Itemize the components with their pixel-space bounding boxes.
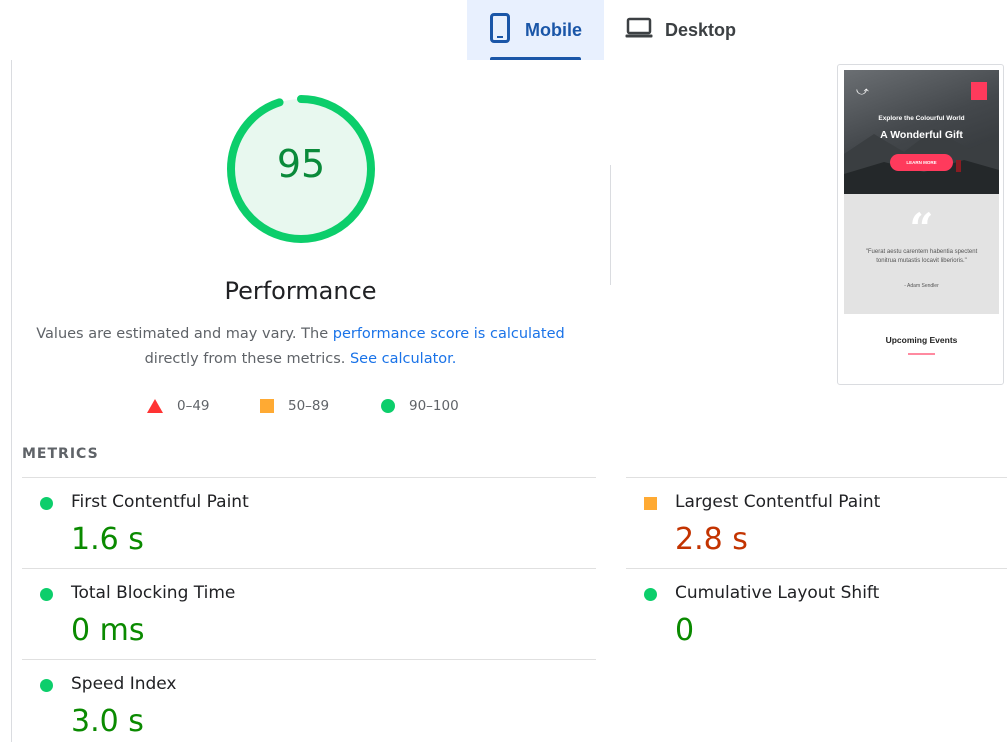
circle-icon <box>644 588 657 601</box>
see-calculator-link[interactable]: See calculator. <box>350 351 456 367</box>
quote-icon: “ <box>909 204 934 253</box>
metric-value: 0 <box>675 613 695 648</box>
logo-icon: ⤻ <box>856 84 869 98</box>
performance-score: 95 <box>276 142 326 186</box>
menu-icon <box>971 82 987 100</box>
metric-first-contentful-paint: First Contentful Paint 1.6 s <box>22 477 596 568</box>
metric-name: Total Blocking Time <box>71 583 236 603</box>
metric-name: First Contentful Paint <box>71 492 249 512</box>
tab-desktop[interactable]: Desktop <box>604 0 764 60</box>
metric-name: Cumulative Layout Shift <box>675 583 880 603</box>
metric-value: 0 ms <box>71 613 145 648</box>
tab-mobile[interactable]: Mobile <box>467 0 604 60</box>
circle-icon <box>40 497 53 510</box>
metric-value: 2.8 s <box>675 522 748 557</box>
triangle-icon <box>147 399 163 413</box>
square-icon <box>260 399 274 413</box>
legend-label: 90–100 <box>409 398 459 414</box>
metric-value: 1.6 s <box>71 522 144 557</box>
content-border <box>11 60 12 742</box>
section-divider <box>610 165 611 285</box>
legend-average: 50–89 <box>260 398 329 414</box>
events-title: Upcoming Events <box>885 335 958 345</box>
legend-pass: 90–100 <box>381 398 459 414</box>
legend-label: 50–89 <box>288 398 330 414</box>
screenshot-events-section: Upcoming Events <box>844 314 999 380</box>
legend-label: 0–49 <box>177 398 210 414</box>
events-underline <box>908 353 935 355</box>
screenshot-quote-section: “ "Fuerat aestu carentem habentia specte… <box>844 194 999 314</box>
performance-title: Performance <box>224 277 377 305</box>
description-text: Values are estimated and may vary. The <box>36 326 333 342</box>
circle-icon <box>40 588 53 601</box>
score-calculation-link[interactable]: performance score is calculated <box>333 326 565 342</box>
square-icon <box>644 497 657 510</box>
metric-largest-contentful-paint: Largest Contentful Paint 2.8 s <box>626 477 1007 568</box>
page-screenshot: ⤻ Explore the Colourful World A Wonderfu… <box>837 64 1004 385</box>
circle-icon <box>40 679 53 692</box>
quote-author: - Adam Sendler <box>904 283 939 289</box>
score-description: Values are estimated and may vary. The p… <box>0 322 601 372</box>
hero-button: LEARN MORE <box>890 154 953 171</box>
active-tab-indicator <box>490 57 581 60</box>
screenshot-content: ⤻ Explore the Colourful World A Wonderfu… <box>844 70 999 380</box>
tab-mobile-label: Mobile <box>525 19 582 40</box>
screenshot-hero: ⤻ Explore the Colourful World A Wonderfu… <box>844 70 999 194</box>
circle-icon <box>381 399 395 413</box>
hero-title: A Wonderful Gift <box>880 129 963 141</box>
metric-name: Largest Contentful Paint <box>675 492 881 512</box>
metric-cumulative-layout-shift: Cumulative Layout Shift 0 <box>626 568 1007 659</box>
legend-fail: 0–49 <box>147 398 210 414</box>
metric-total-blocking-time: Total Blocking Time 0 ms <box>22 568 596 659</box>
hero-subtitle: Explore the Colourful World <box>878 115 965 122</box>
metric-speed-index: Speed Index 3.0 s <box>22 659 596 742</box>
metric-name: Speed Index <box>71 674 177 694</box>
description-text-2: directly from these metrics. <box>144 351 346 367</box>
laptop-icon <box>625 17 653 44</box>
metric-value: 3.0 s <box>71 704 144 739</box>
tab-desktop-label: Desktop <box>665 19 737 40</box>
smartphone-icon <box>489 12 511 48</box>
quote-text: "Fuerat aestu carentem habentia spectent… <box>865 249 978 264</box>
device-tabs: Mobile Desktop <box>0 0 1007 60</box>
metrics-heading: METRICS <box>22 446 99 462</box>
